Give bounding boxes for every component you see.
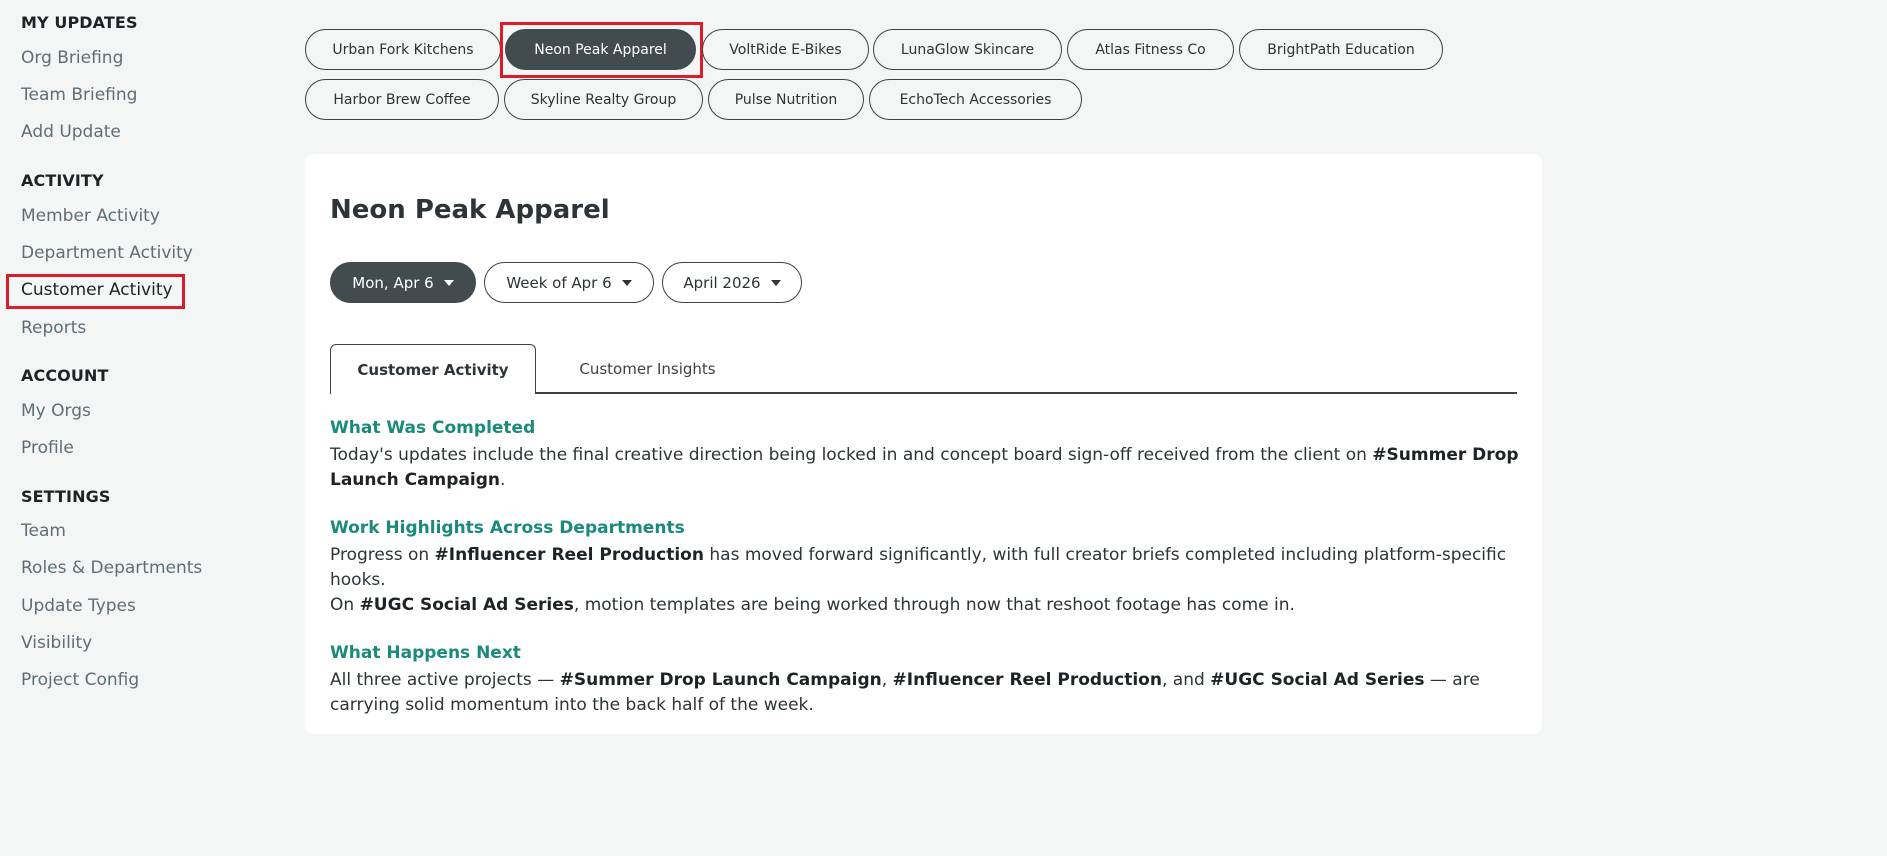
highlights-paragraph-1: Progress on #Influencer Reel Production … — [330, 543, 1520, 593]
month-dropdown-label: April 2026 — [683, 273, 761, 292]
sidebar-item-reports[interactable]: Reports — [21, 318, 86, 338]
week-dropdown[interactable]: Week of Apr 6 — [484, 262, 654, 303]
chip-brightpath-education[interactable]: BrightPath Education — [1239, 29, 1443, 70]
chevron-down-icon — [770, 279, 781, 286]
text: , motion templates are being worked thro… — [573, 595, 1295, 615]
text: , and — [1161, 670, 1211, 690]
sidebar-item-team[interactable]: Team — [21, 521, 66, 541]
text: Progress on — [330, 545, 435, 565]
section-heading-completed: What Was Completed — [330, 418, 536, 438]
day-dropdown[interactable]: Mon, Apr 6 — [330, 262, 476, 303]
chip-pulse-nutrition[interactable]: Pulse Nutrition — [708, 79, 864, 120]
customer-chip-bar: Urban Fork Kitchens Neon Peak Apparel Vo… — [305, 0, 1545, 130]
section-settings: SETTINGS — [21, 487, 111, 506]
page-title: Neon Peak Apparel — [330, 195, 610, 225]
chevron-down-icon — [621, 279, 632, 286]
customer-activity-highlight-box — [6, 274, 185, 309]
selected-chip-highlight-box — [500, 22, 703, 78]
completed-paragraph: Today's updates include the final creati… — [330, 443, 1520, 493]
text: All three active projects — — [330, 670, 560, 690]
chip-atlas-fitness-co[interactable]: Atlas Fitness Co — [1067, 29, 1234, 70]
sidebar: MY UPDATES Org Briefing Team Briefing Ad… — [0, 0, 250, 713]
week-dropdown-label: Week of Apr 6 — [506, 273, 612, 292]
section-heading-next: What Happens Next — [330, 643, 521, 663]
text: , — [881, 670, 893, 690]
sidebar-item-visibility[interactable]: Visibility — [21, 633, 92, 653]
project-tag: #Summer Drop Launch Campaign — [559, 670, 882, 690]
project-tag: #Influencer Reel Production — [892, 670, 1162, 690]
highlights-paragraph-2: On #UGC Social Ad Series, motion templat… — [330, 593, 1520, 618]
section-activity: ACTIVITY — [21, 171, 104, 190]
sidebar-item-add-update[interactable]: Add Update — [21, 122, 121, 142]
chip-lunaglow-skincare[interactable]: LunaGlow Skincare — [873, 29, 1062, 70]
day-dropdown-label: Mon, Apr 6 — [352, 273, 434, 292]
text: . — [500, 470, 506, 490]
tab-customer-activity[interactable]: Customer Activity — [330, 344, 536, 394]
sidebar-item-project-config[interactable]: Project Config — [21, 670, 139, 690]
chip-skyline-realty-group[interactable]: Skyline Realty Group — [504, 79, 703, 120]
project-tag: #UGC Social Ad Series — [1210, 670, 1425, 690]
sidebar-item-team-briefing[interactable]: Team Briefing — [21, 85, 137, 105]
project-tag: #UGC Social Ad Series — [359, 595, 574, 615]
text: On — [330, 595, 360, 615]
sidebar-item-org-briefing[interactable]: Org Briefing — [21, 48, 123, 68]
chevron-down-icon — [443, 279, 454, 286]
month-dropdown[interactable]: April 2026 — [662, 262, 802, 303]
sidebar-item-member-activity[interactable]: Member Activity — [21, 206, 160, 226]
chip-urban-fork-kitchens[interactable]: Urban Fork Kitchens — [305, 29, 501, 70]
project-tag: #Influencer Reel Production — [434, 545, 704, 565]
chip-echotech-accessories[interactable]: EchoTech Accessories — [869, 79, 1082, 120]
sidebar-item-my-orgs[interactable]: My Orgs — [21, 401, 91, 421]
text: Today's updates include the final creati… — [330, 445, 1373, 465]
sidebar-item-profile[interactable]: Profile — [21, 438, 74, 458]
section-my-updates: MY UPDATES — [21, 13, 138, 32]
chip-voltride-e-bikes[interactable]: VoltRide E-Bikes — [702, 29, 869, 70]
sidebar-item-roles-departments[interactable]: Roles & Departments — [21, 558, 202, 578]
chip-harbor-brew-coffee[interactable]: Harbor Brew Coffee — [305, 79, 499, 120]
sidebar-item-department-activity[interactable]: Department Activity — [21, 243, 193, 263]
next-paragraph: All three active projects — #Summer Drop… — [330, 668, 1520, 718]
section-account: ACCOUNT — [21, 366, 109, 385]
sidebar-item-update-types[interactable]: Update Types — [21, 596, 136, 616]
section-heading-highlights: Work Highlights Across Departments — [330, 518, 685, 538]
customer-card: Neon Peak Apparel Mon, Apr 6 Week of Apr… — [305, 154, 1542, 734]
tab-customer-insights[interactable]: Customer Insights — [555, 344, 740, 394]
